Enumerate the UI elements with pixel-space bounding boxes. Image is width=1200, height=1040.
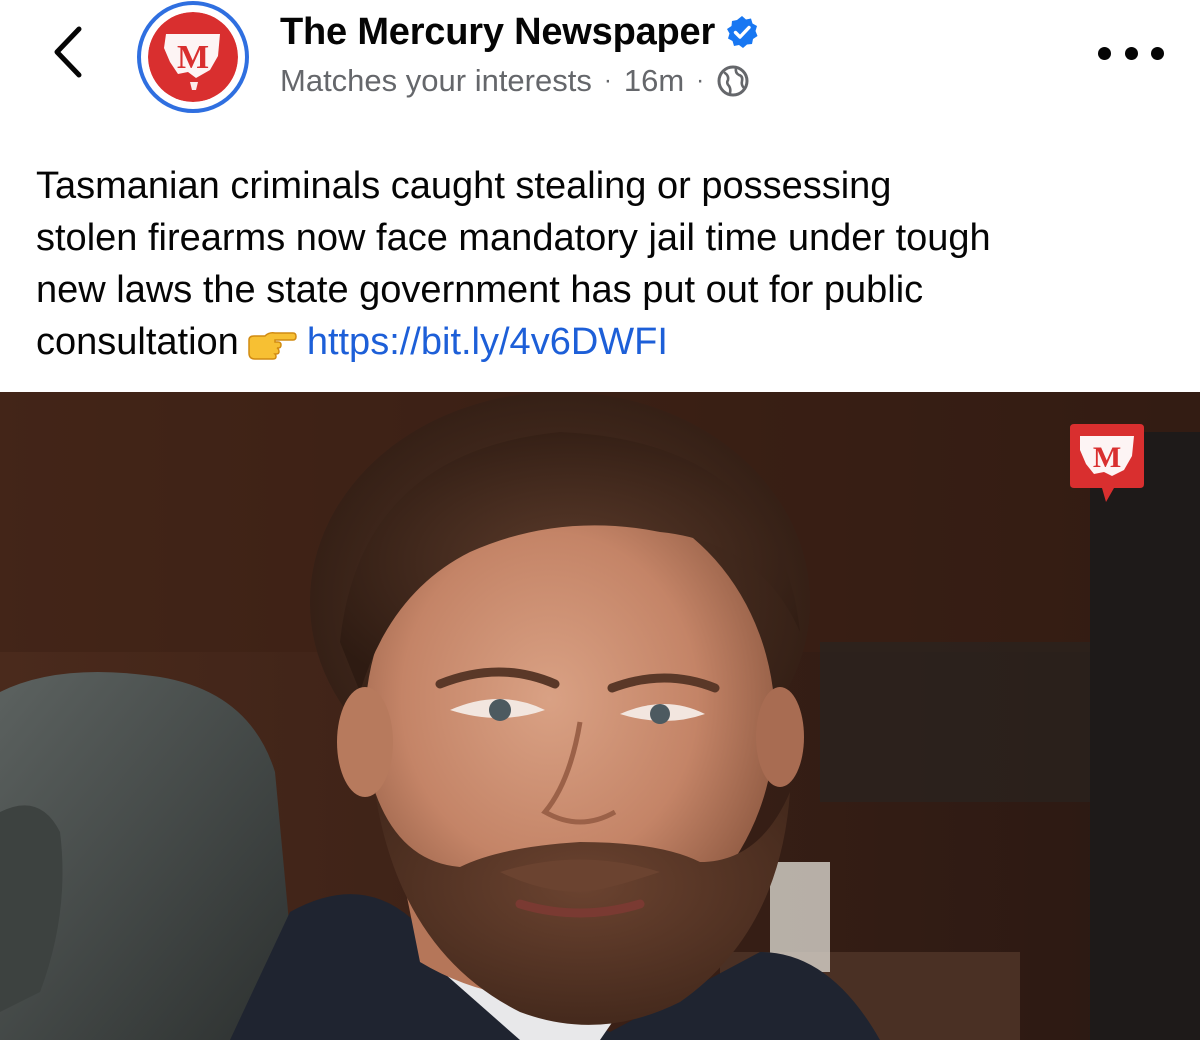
caption-last-words: consultation <box>36 321 239 363</box>
more-horizontal-icon-dot-2 <box>1124 46 1138 60</box>
post-caption: Tasmanian criminals caught stealing or p… <box>36 160 1176 374</box>
caption-line-4: consultation https://bit.ly/4v6DWFI <box>36 316 1176 374</box>
more-options-button[interactable] <box>1098 36 1164 70</box>
back-button[interactable] <box>40 22 96 82</box>
meta-separator-2: · <box>696 67 705 94</box>
post-photo[interactable]: M <box>0 392 1200 1040</box>
photo-image <box>0 392 1200 1040</box>
post-header: M The Mercury Newspaper Matches your int… <box>0 0 1200 120</box>
caption-line-2: stolen firearms now face mandatory jail … <box>36 217 991 259</box>
page-name[interactable]: The Mercury Newspaper <box>280 11 715 54</box>
chevron-left-icon <box>54 26 82 78</box>
more-horizontal-icon-dot-3 <box>1151 46 1164 60</box>
globe-icon[interactable] <box>716 64 750 98</box>
post-meta: Matches your interests · 16m · <box>280 60 750 102</box>
post-timestamp[interactable]: 16m <box>624 63 684 99</box>
avatar-letter: M <box>177 39 209 76</box>
verified-badge-icon <box>725 15 759 49</box>
facebook-post-view: M The Mercury Newspaper Matches your int… <box>0 0 1200 1040</box>
recommendation-reason: Matches your interests <box>280 63 592 98</box>
caption-line-1: Tasmanian criminals caught stealing or p… <box>36 165 892 207</box>
mercury-logo: M <box>148 12 238 102</box>
more-horizontal-icon-dot-1 <box>1098 46 1111 60</box>
watermark-letter: M <box>1093 441 1121 474</box>
meta-separator: · <box>603 67 612 94</box>
page-name-row: The Mercury Newspaper <box>280 10 759 54</box>
pointing-right-icon <box>245 322 297 374</box>
mercury-watermark-icon: M <box>1068 422 1146 504</box>
post-link[interactable]: https://bit.ly/4v6DWFI <box>307 321 668 363</box>
page-avatar[interactable]: M <box>137 1 249 113</box>
caption-line-3: new laws the state government has put ou… <box>36 269 924 311</box>
